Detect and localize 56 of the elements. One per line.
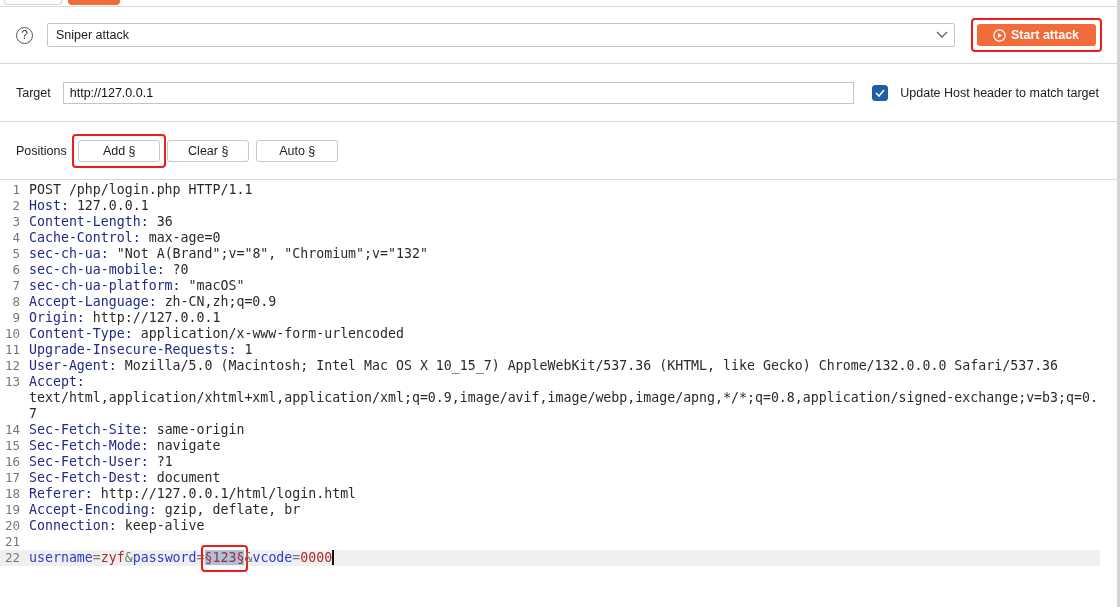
chevron-down-icon <box>935 31 948 39</box>
positions-label: Positions <box>16 143 67 158</box>
code-line: Upgrade-Insecure-Requests: 1 <box>29 342 253 358</box>
line-number: 15 <box>3 438 20 454</box>
play-icon <box>992 28 1006 42</box>
code-line: Content-Length: 36 <box>29 214 173 230</box>
line-number: 1 <box>11 182 20 198</box>
line-number: 16 <box>3 454 20 470</box>
code-line: Content-Type: application/x-www-form-urlencoded <box>29 326 404 342</box>
line-number: 21 <box>3 534 20 550</box>
line-number: 2 <box>11 198 20 214</box>
line-number: 12 <box>3 358 20 374</box>
code-line: Accept-Language: zh-CN,zh;q=0.9 <box>29 294 277 310</box>
code-line: Connection: keep-alive <box>29 518 205 534</box>
line-number: 8 <box>11 294 20 310</box>
line-number: 3 <box>11 214 20 230</box>
tab[interactable] <box>68 0 120 5</box>
position-button[interactable]: Clear § <box>167 139 250 162</box>
line-number: 14 <box>3 422 20 438</box>
code-line: Accept-Encoding: gzip, deflate, br <box>29 502 301 518</box>
code-line: Origin: http://127.0.0.1 <box>29 310 221 326</box>
target-field[interactable]: http://127.0.0.1 <box>62 81 855 104</box>
code-line: sec-ch-ua: "Not A(Brand";v="8", "Chromium";v="132" <box>29 246 428 262</box>
line-number: 13 <box>3 374 20 391</box>
code-line: Host: 127.0.0.1 <box>29 198 149 214</box>
position-button[interactable]: Add § <box>78 139 161 162</box>
line-number: 10 <box>3 326 20 342</box>
tab[interactable] <box>4 0 62 5</box>
code-line: User-Agent: Mozilla/5.0 (Macintosh; Intel Mac OS X 10_15_7) AppleWebKit/537.36 (KHTML, like Gecko) Chrome/132.0.0.0 Safari/537.36 <box>29 358 1059 374</box>
update-host-label: Update Host header to match target <box>900 85 1099 100</box>
line-number: 9 <box>11 310 20 326</box>
code-line: Cache-Control: max-age=0 <box>29 230 221 246</box>
code-line: Referer: http://127.0.0.1/html/login.html <box>29 486 357 502</box>
line-number: 17 <box>3 470 20 486</box>
position-button[interactable]: Auto § <box>256 139 339 162</box>
code-line: Sec-Fetch-Dest: document <box>29 470 221 486</box>
code-line: Sec-Fetch-User: ?1 <box>29 454 173 470</box>
text-cursor <box>332 550 335 565</box>
attack-type-dropdown[interactable]: Sniper attack <box>47 23 955 47</box>
checkmark-icon <box>875 88 886 97</box>
line-number: 20 <box>3 518 20 534</box>
line-number: 11 <box>3 342 20 358</box>
code-line: sec-ch-ua-platform: "macOS" <box>29 278 245 294</box>
update-host-checkbox[interactable] <box>872 84 889 101</box>
line-number: 22 <box>3 550 20 566</box>
code-line: Sec-Fetch-Mode: navigate <box>29 438 221 454</box>
line-number: 19 <box>3 502 20 518</box>
line-number: 5 <box>11 246 20 262</box>
line-number: 7 <box>11 278 20 294</box>
line-number: 18 <box>3 486 20 502</box>
line-number: 4 <box>11 230 20 246</box>
code-line: POST /php/login.php HTTP/1.1 <box>29 182 253 198</box>
code-line: Sec-Fetch-Site: same-origin <box>29 422 245 438</box>
target-label: Target <box>16 85 51 100</box>
line-number: 6 <box>11 262 20 278</box>
code-line: sec-ch-ua-mobile: ?0 <box>29 262 189 278</box>
